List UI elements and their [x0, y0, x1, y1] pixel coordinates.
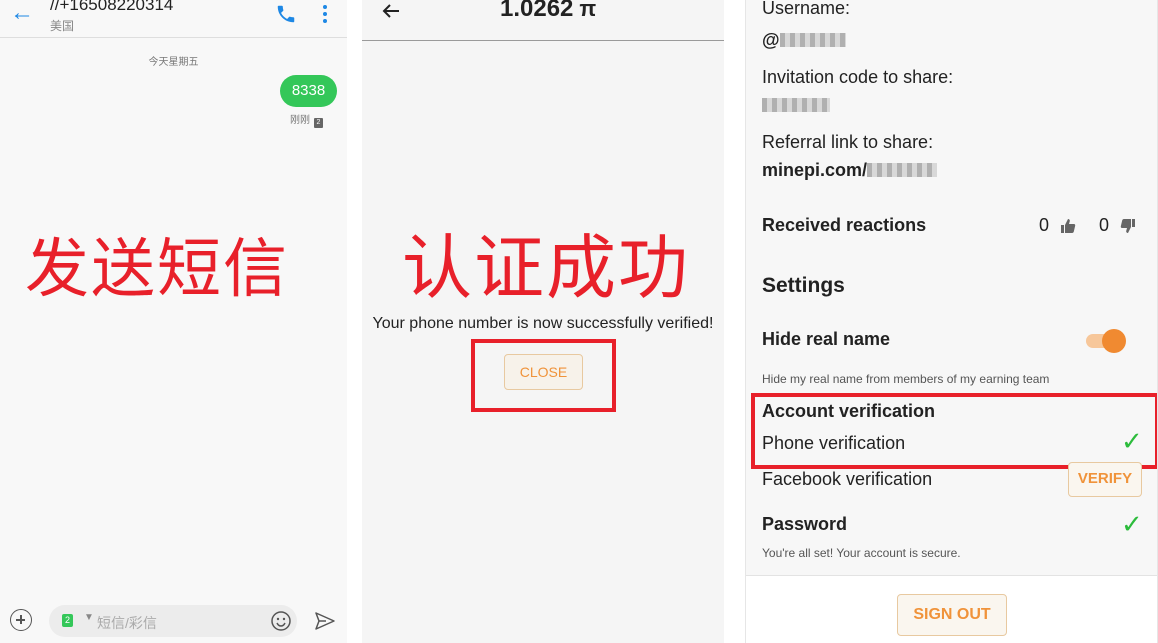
- verification-success-panel: 1.0262 π 认证成功 Your phone number is now su…: [362, 0, 724, 643]
- hide-name-label: Hide real name: [762, 329, 891, 349]
- close-button[interactable]: CLOSE: [504, 354, 583, 390]
- reactions-counts: 0 0: [1039, 215, 1154, 236]
- annotation-highlight-box: [751, 393, 1157, 469]
- settings-heading: Settings: [762, 274, 845, 297]
- pi-balance: 1.0262 π: [500, 0, 596, 23]
- message-time-text: 刚刚: [290, 115, 310, 126]
- contact-country: 美国: [50, 19, 75, 33]
- redacted-invitation-code: [762, 98, 830, 112]
- balance-value: 1.0262: [500, 0, 574, 22]
- referral-label: Referral link to share:: [762, 132, 934, 152]
- invitation-label: Invitation code to share:: [762, 67, 954, 87]
- annotation-send-sms: 发送短信: [25, 233, 289, 307]
- sim-dropdown-icon[interactable]: ▼: [84, 612, 94, 623]
- back-arrow-icon[interactable]: ←: [10, 0, 34, 26]
- sim-badge-icon: 2: [314, 118, 323, 128]
- more-options-icon[interactable]: [318, 3, 332, 25]
- password-description: You're all set! Your account is secure.: [762, 546, 961, 560]
- facebook-verification-label: Facebook verification: [762, 469, 933, 489]
- message-placeholder: 短信/彩信: [97, 615, 157, 631]
- balance-header: 1.0262 π: [362, 0, 724, 41]
- referral-link[interactable]: minepi.com/: [762, 160, 938, 181]
- hide-name-description: Hide my real name from members of my ear…: [762, 372, 1050, 386]
- redacted-referral: [867, 163, 938, 177]
- received-reactions-label: Received reactions: [762, 215, 927, 235]
- redacted-username: [779, 33, 846, 47]
- sent-message-bubble[interactable]: 8338: [280, 75, 337, 107]
- date-separator: 今天星期五: [148, 57, 199, 68]
- username-prefix: @: [762, 30, 780, 50]
- thumbs-down-icon: [1120, 219, 1136, 233]
- invitation-value[interactable]: [762, 95, 830, 116]
- sms-top-bar: ← //+16508220314 美国: [0, 0, 347, 38]
- sms-conversation-panel: ← //+16508220314 美国 今天星期五 8338 刚刚 2 发送短信 …: [0, 0, 347, 643]
- annotation-verified: 认证成功: [402, 227, 690, 309]
- pi-symbol: π: [579, 0, 597, 21]
- back-arrow-icon[interactable]: [380, 0, 402, 22]
- hide-name-toggle[interactable]: [1086, 329, 1126, 353]
- sim-select-icon[interactable]: 2: [62, 614, 73, 627]
- footer: SIGN OUT: [746, 575, 1157, 643]
- facebook-verify-button[interactable]: VERIFY: [1068, 462, 1142, 497]
- message-time: 刚刚 2: [290, 111, 323, 128]
- add-attachment-icon[interactable]: [10, 609, 32, 631]
- sign-out-button[interactable]: SIGN OUT: [897, 594, 1007, 636]
- password-secure-check-icon: ✓: [1121, 509, 1143, 539]
- message-input[interactable]: 2 ▼ 短信/彩信: [49, 605, 297, 637]
- username-label: Username:: [762, 0, 851, 18]
- emoji-icon[interactable]: [270, 610, 292, 632]
- contact-number: //+16508220314: [50, 0, 174, 14]
- profile-settings-panel: Username: @ Invitation code to share: Re…: [745, 0, 1158, 643]
- toggle-knob: [1102, 329, 1126, 353]
- thumbs-up-count: 0: [1039, 215, 1050, 235]
- phone-call-icon[interactable]: [275, 3, 297, 25]
- referral-link-text: minepi.com/: [762, 160, 868, 180]
- compose-bar: 2 ▼ 短信/彩信: [0, 600, 347, 643]
- username-value: @: [762, 30, 846, 51]
- password-label: Password: [762, 514, 848, 534]
- success-message: Your phone number is now successfully ve…: [372, 315, 714, 332]
- thumbs-up-icon: [1061, 219, 1076, 233]
- send-icon[interactable]: [314, 610, 336, 632]
- thumbs-down-count: 0: [1099, 215, 1110, 235]
